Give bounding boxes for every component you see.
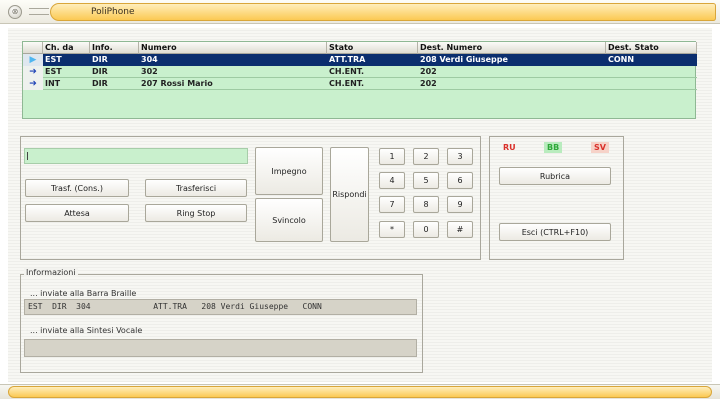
cell-info: DIR (92, 67, 108, 76)
table-header: Ch. da Info. Numero Stato Dest. Numero D… (23, 42, 697, 54)
svincolo-button[interactable]: Svincolo (255, 198, 323, 242)
cell-info: DIR (92, 79, 108, 88)
number-input[interactable] (24, 148, 248, 164)
col-info[interactable]: Info. (90, 42, 139, 54)
cell-stato: ATT.TRA (329, 55, 366, 64)
cell-ch-da: EST (45, 67, 62, 76)
cell-dest-stato (606, 78, 697, 90)
rubrica-button[interactable]: Rubrica (499, 167, 611, 185)
braille-output: EST DIR 304 ATT.TRA 208 Verdi Giuseppe C… (24, 299, 417, 315)
cell-stato: CH.ENT. (329, 67, 365, 76)
key-8[interactable]: 8 (413, 196, 439, 213)
key-star[interactable]: * (379, 221, 405, 238)
bb-indicator: BB (544, 142, 563, 153)
table-row[interactable]: ➔ INT DIR 207 Rossi Mario CH.ENT. 202 (23, 78, 697, 90)
right-panel (489, 136, 624, 260)
row-pointer-icon: ▶ (23, 54, 43, 66)
key-6[interactable]: 6 (447, 172, 473, 189)
rispondi-button[interactable]: Rispondi (330, 147, 369, 242)
close-window-icon[interactable]: ⊗ (8, 5, 22, 19)
cell-stato: CH.ENT. (329, 79, 365, 88)
cell-dest-numero: 208 Verdi Giuseppe (420, 55, 508, 64)
key-0[interactable]: 0 (413, 221, 439, 238)
key-1[interactable]: 1 (379, 148, 405, 165)
cell-dest-stato: CONN (608, 55, 635, 64)
attesa-button[interactable]: Attesa (25, 204, 129, 222)
trasf-cons-button[interactable]: Trasf. (Cons.) (25, 179, 129, 197)
col-numero[interactable]: Numero (139, 42, 327, 54)
arrow-right-icon: ➔ (23, 66, 43, 78)
drag-grip[interactable] (29, 8, 49, 15)
ru-indicator: RU (503, 143, 516, 152)
voice-output (24, 339, 417, 357)
table-row[interactable]: ▶ EST DIR 304 ATT.TRA 208 Verdi Giuseppe… (23, 54, 697, 66)
cell-dest-stato (606, 66, 697, 78)
title-tab: PoliPhone (50, 3, 716, 21)
key-hash[interactable]: # (447, 221, 473, 238)
cell-numero: 304 (141, 55, 158, 64)
arrow-right-icon: ➔ (23, 78, 43, 90)
col-dest-numero[interactable]: Dest. Numero (418, 42, 606, 54)
voice-label: ... inviate alla Sintesi Vocale (30, 326, 143, 335)
trasferisci-button[interactable]: Trasferisci (145, 179, 247, 197)
key-5[interactable]: 5 (413, 172, 439, 189)
braille-label: ... inviate alla Barra Braille (30, 289, 137, 298)
cell-numero: 302 (141, 67, 158, 76)
col-dest-stato[interactable]: Dest. Stato (606, 42, 697, 54)
ring-stop-button[interactable]: Ring Stop (145, 204, 247, 222)
text-caret (27, 152, 28, 160)
cell-info: DIR (92, 55, 108, 64)
key-7[interactable]: 7 (379, 196, 405, 213)
key-4[interactable]: 4 (379, 172, 405, 189)
calls-table[interactable]: Ch. da Info. Numero Stato Dest. Numero D… (22, 41, 697, 119)
impegno-button[interactable]: Impegno (255, 147, 323, 195)
cell-ch-da: INT (45, 79, 61, 88)
info-group-title: Informazioni (24, 268, 78, 277)
table-row[interactable]: ➔ EST DIR 302 CH.ENT. 202 (23, 66, 697, 78)
key-9[interactable]: 9 (447, 196, 473, 213)
key-3[interactable]: 3 (447, 148, 473, 165)
col-ch-da[interactable]: Ch. da (43, 42, 90, 54)
cell-ch-da: EST (45, 55, 62, 64)
esci-button[interactable]: Esci (CTRL+F10) (499, 223, 611, 241)
key-2[interactable]: 2 (413, 148, 439, 165)
cell-numero: 207 Rossi Mario (141, 79, 213, 88)
cell-dest-numero: 202 (420, 79, 437, 88)
window-title: PoliPhone (91, 7, 135, 17)
sv-indicator: SV (591, 142, 609, 153)
cell-dest-numero: 202 (420, 67, 437, 76)
col-stato[interactable]: Stato (327, 42, 418, 54)
header-indicator (23, 42, 43, 54)
status-tab (8, 386, 712, 398)
